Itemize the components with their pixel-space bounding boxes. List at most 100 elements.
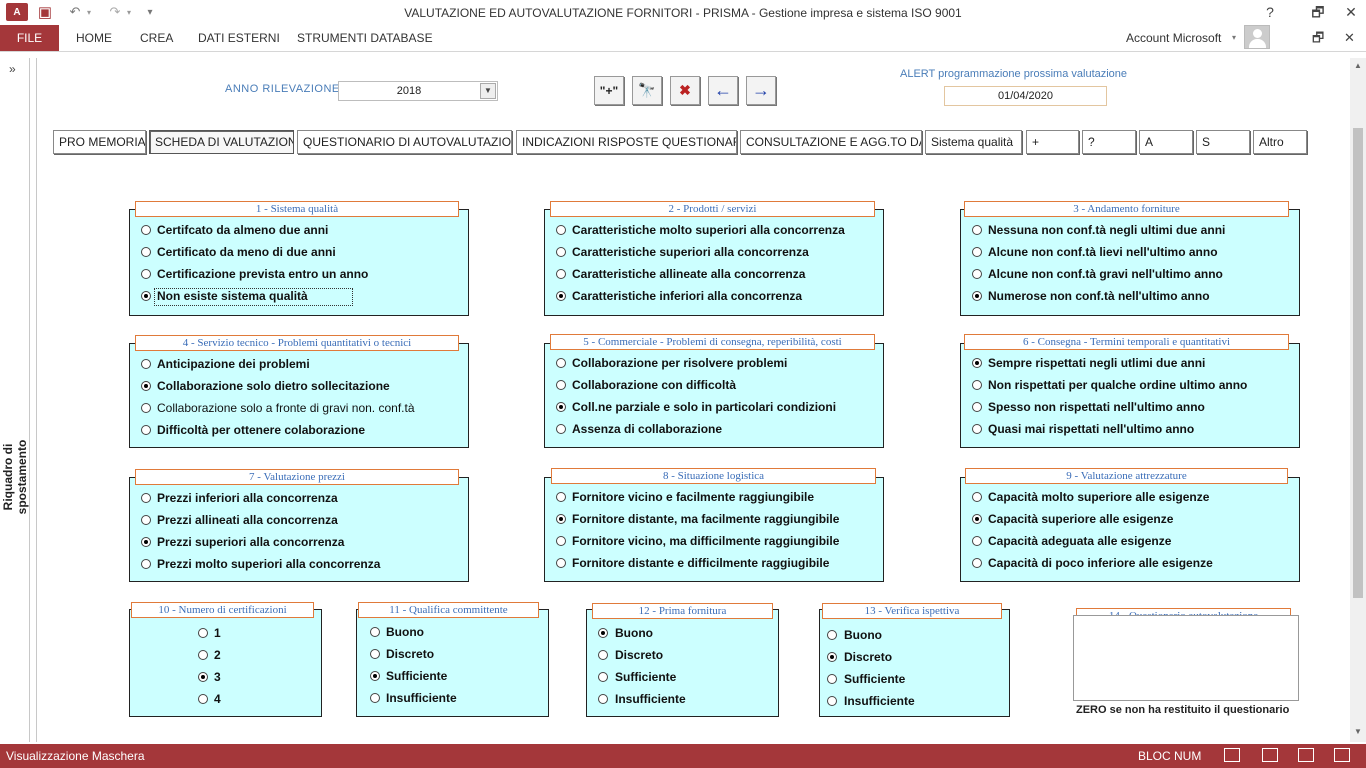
radio-button[interactable] (370, 671, 380, 681)
radio-option-label[interactable]: Fornitore distante e difficilmente raggi… (572, 556, 829, 570)
radio-option-label[interactable]: Sufficiente (386, 669, 447, 683)
radio-button[interactable] (827, 696, 837, 706)
radio-option-label[interactable]: Capacità superiore alle esigenze (988, 512, 1173, 526)
radio-button[interactable] (198, 628, 208, 638)
scroll-down-icon[interactable]: ▼ (1350, 724, 1366, 740)
radio-option-label[interactable]: 2 (214, 648, 221, 662)
nav-pane-label[interactable]: Riquadro di spostamento (1, 412, 29, 542)
vertical-scrollbar[interactable]: ▲ ▼ (1350, 58, 1366, 742)
radio-option-label[interactable]: Alcune non conf.tà gravi nell'ultimo ann… (988, 267, 1223, 281)
radio-button[interactable] (598, 672, 608, 682)
radio-button[interactable] (972, 558, 982, 568)
radio-button[interactable] (827, 652, 837, 662)
radio-button[interactable] (556, 269, 566, 279)
radio-button[interactable] (972, 514, 982, 524)
next-record-button[interactable]: → (746, 76, 776, 105)
radio-button[interactable] (556, 380, 566, 390)
tab-s[interactable]: S (1196, 130, 1250, 154)
radio-option-label[interactable]: Buono (844, 628, 882, 642)
radio-option-label[interactable]: Prezzi allineati alla concorrenza (157, 513, 338, 527)
radio-option-label[interactable]: Buono (615, 626, 653, 640)
tab-a[interactable]: A (1139, 130, 1193, 154)
radio-option-label[interactable]: Insufficiente (386, 691, 457, 705)
tab-crea[interactable]: CREA (132, 25, 181, 51)
tab-pro-memoria[interactable]: PRO MEMORIA (53, 130, 146, 154)
radio-button[interactable] (556, 492, 566, 502)
radio-option-label[interactable]: Prezzi inferiori alla concorrenza (157, 491, 338, 505)
radio-button[interactable] (370, 627, 380, 637)
radio-button[interactable] (141, 403, 151, 413)
radio-option-label[interactable]: Anticipazione dei problemi (157, 357, 310, 371)
restore-document-button[interactable]: 🗗 (1312, 25, 1324, 51)
radio-option-label[interactable]: Fornitore distante, ma facilmente raggiu… (572, 512, 839, 526)
radio-option-label[interactable]: Coll.ne parziale e solo in particolari c… (572, 400, 836, 414)
scroll-up-icon[interactable]: ▲ (1350, 58, 1366, 74)
radio-option-label[interactable]: Quasi mai rispettati nell'ultimo anno (988, 422, 1194, 436)
radio-button[interactable] (556, 291, 566, 301)
chevron-down-icon[interactable]: ▼ (480, 83, 496, 99)
radio-button[interactable] (141, 537, 151, 547)
delete-record-button[interactable]: ✖ (670, 76, 700, 105)
layout-view-icon[interactable] (1298, 748, 1314, 762)
radio-option-label[interactable]: Difficoltà per ottenere colaborazione (157, 423, 365, 437)
radio-option-label[interactable]: Capacità di poco inferiore alle esigenze (988, 556, 1213, 570)
help-button[interactable]: ? (1248, 2, 1292, 22)
radio-option-label[interactable]: Prezzi molto superiori alla concorrenza (157, 557, 380, 571)
radio-button[interactable] (141, 247, 151, 257)
radio-option-label[interactable]: 3 (214, 670, 221, 684)
radio-button[interactable] (972, 291, 982, 301)
radio-option-label[interactable]: Prezzi superiori alla concorrenza (157, 535, 344, 549)
tab-sistema-qualita[interactable]: Sistema qualità (925, 130, 1022, 154)
avatar[interactable] (1244, 25, 1270, 49)
radio-button[interactable] (556, 558, 566, 568)
account-dropdown-icon[interactable]: ▾ (1232, 25, 1236, 51)
radio-button[interactable] (556, 514, 566, 524)
radio-button[interactable] (972, 424, 982, 434)
form-view-icon[interactable] (1224, 748, 1240, 762)
radio-button[interactable] (972, 247, 982, 257)
radio-button[interactable] (370, 693, 380, 703)
radio-option-label[interactable]: Insufficiente (844, 694, 915, 708)
radio-option-label[interactable]: Discreto (615, 648, 663, 662)
radio-button[interactable] (556, 247, 566, 257)
account-label[interactable]: Account Microsoft (1126, 25, 1221, 51)
radio-option-label[interactable]: Non rispettati per qualche ordine ultimo… (988, 378, 1247, 392)
radio-button[interactable] (972, 492, 982, 502)
radio-button[interactable] (972, 358, 982, 368)
new-record-button[interactable]: "+" (594, 76, 624, 105)
radio-option-label[interactable]: Sempre rispettati negli utlimi due anni (988, 356, 1205, 370)
radio-option-label[interactable]: Sufficiente (844, 672, 905, 686)
radio-button[interactable] (556, 225, 566, 235)
expand-nav-icon[interactable]: » (9, 62, 16, 76)
radio-button[interactable] (827, 630, 837, 640)
radio-option-label[interactable]: 4 (214, 692, 221, 706)
radio-option-label[interactable]: Spesso non rispettati nell'ultimo anno (988, 400, 1205, 414)
radio-button[interactable] (198, 672, 208, 682)
tab-altro[interactable]: Altro (1253, 130, 1307, 154)
design-view-icon[interactable] (1334, 748, 1350, 762)
radio-option-label[interactable]: Numerose non conf.tà nell'ultimo anno (988, 289, 1210, 303)
radio-option-label[interactable]: Capacità molto superiore alle esigenze (988, 490, 1209, 504)
radio-button[interactable] (141, 359, 151, 369)
radio-button[interactable] (556, 536, 566, 546)
radio-button[interactable] (598, 694, 608, 704)
anno-rilevazione-combo[interactable]: 2018 ▼ (338, 81, 498, 101)
radio-option-label[interactable]: Collaborazione solo a fronte di gravi no… (157, 401, 415, 415)
restore-window-button[interactable]: 🗗 (1296, 2, 1340, 22)
radio-option-label[interactable]: Fornitore vicino, ma difficilmente raggi… (572, 534, 839, 548)
tab-consultazione-dati[interactable]: CONSULTAZIONE E AGG.TO DATI (740, 130, 922, 154)
radio-option-label[interactable]: Alcune non conf.tà lievi nell'ultimo ann… (988, 245, 1218, 259)
tab-questionario-autovalutazione[interactable]: QUESTIONARIO DI AUTOVALUTAZIONE (297, 130, 512, 154)
radio-option-label[interactable]: Caratteristiche inferiori alla concorren… (572, 289, 802, 303)
radio-button[interactable] (972, 380, 982, 390)
radio-option-label[interactable]: Insufficiente (615, 692, 686, 706)
anno-rilevazione-value[interactable]: 2018 (339, 82, 479, 100)
radio-button[interactable] (141, 425, 151, 435)
scroll-thumb[interactable] (1353, 128, 1363, 598)
tab-dati-esterni[interactable]: DATI ESTERNI (190, 25, 288, 51)
radio-button[interactable] (827, 674, 837, 684)
radio-option-label[interactable]: Caratteristiche superiori alla concorren… (572, 245, 809, 259)
radio-option-label[interactable]: Caratteristiche allineate alla concorren… (572, 267, 805, 281)
radio-button[interactable] (972, 402, 982, 412)
radio-button[interactable] (141, 515, 151, 525)
